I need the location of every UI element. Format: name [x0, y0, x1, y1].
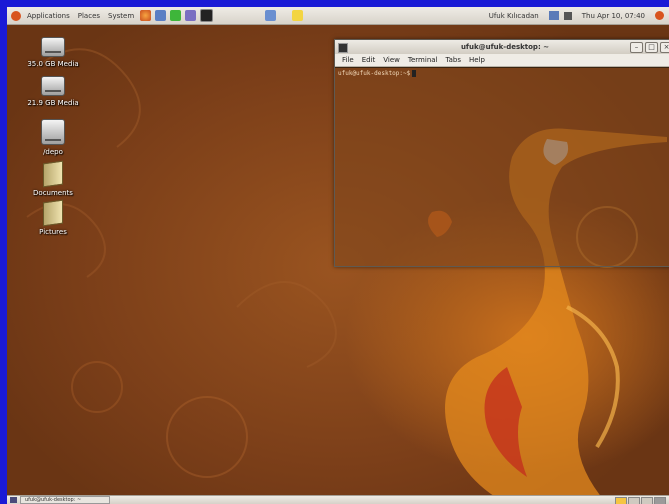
firefox-launcher-icon[interactable] — [140, 10, 152, 21]
folder-icon — [43, 160, 63, 188]
terminal-titlebar[interactable]: ufuk@ufuk-desktop: ~ – □ × — [335, 40, 669, 54]
ubuntu-logo-icon[interactable] — [11, 10, 21, 21]
desktop-icon-depo[interactable]: /depo — [18, 119, 88, 156]
desktop: Applications Places System Ufuk Kılıcada… — [7, 7, 669, 504]
workspace-3[interactable] — [641, 497, 653, 504]
user-switcher[interactable]: Ufuk Kılıcadan — [489, 12, 539, 20]
menu-edit[interactable]: Edit — [358, 56, 380, 64]
desktop-icon-35gb-media[interactable]: 35.0 GB Media — [18, 37, 88, 68]
volume-icon[interactable] — [563, 11, 572, 20]
taskbar-label: ufuk@ufuk-desktop: ~ — [25, 497, 82, 503]
media-player-launcher-icon[interactable] — [170, 10, 182, 21]
desktop-icon-label: 21.9 GB Media — [27, 99, 79, 107]
terminal-window[interactable]: ufuk@ufuk-desktop: ~ – □ × File Edit Vie… — [334, 39, 669, 267]
harddisk-icon — [41, 119, 65, 145]
desktop-icon-label: 35.0 GB Media — [27, 60, 79, 68]
show-desktop-icon[interactable] — [10, 497, 17, 503]
menu-tabs[interactable]: Tabs — [442, 56, 466, 64]
menu-terminal[interactable]: Terminal — [404, 56, 442, 64]
desktop-icon-documents[interactable]: Documents — [18, 160, 88, 197]
desktop-icon-label: Pictures — [39, 228, 67, 236]
network-launcher-icon[interactable] — [265, 10, 277, 21]
menu-help[interactable]: Help — [465, 56, 489, 64]
bottom-panel: ufuk@ufuk-desktop: ~ — [7, 495, 669, 504]
terminal-title: ufuk@ufuk-desktop: ~ — [460, 43, 550, 51]
help-launcher-icon[interactable] — [185, 10, 197, 21]
applications-menu[interactable]: Applications — [23, 12, 74, 20]
terminal-body[interactable]: ufuk@ufuk-desktop:~$ — [335, 67, 669, 266]
terminal-menubar: File Edit View Terminal Tabs Help — [335, 54, 669, 67]
evolution-launcher-icon[interactable] — [155, 10, 167, 21]
minimize-button[interactable]: – — [630, 42, 643, 53]
places-menu[interactable]: Places — [74, 12, 104, 20]
desktop-icon-label: /depo — [43, 148, 63, 156]
trash-icon[interactable] — [654, 497, 666, 504]
top-panel: Applications Places System Ufuk Kılıcada… — [7, 7, 669, 25]
shutdown-icon[interactable] — [655, 11, 664, 20]
workspace-switcher[interactable] — [614, 497, 666, 504]
taskbar-terminal-button[interactable]: ufuk@ufuk-desktop: ~ — [20, 496, 110, 504]
folder-icon — [43, 199, 63, 227]
network-status-icon[interactable] — [548, 11, 559, 20]
workspace-2[interactable] — [628, 497, 640, 504]
menu-file[interactable]: File — [338, 56, 358, 64]
desktop-icon-pictures[interactable]: Pictures — [18, 199, 88, 236]
terminal-prompt: ufuk@ufuk-desktop:~$ — [338, 70, 411, 77]
terminal-cursor — [412, 70, 417, 77]
close-button[interactable]: × — [660, 42, 669, 53]
desktop-icon-label: Documents — [33, 189, 73, 197]
maximize-button[interactable]: □ — [645, 42, 658, 53]
harddisk-icon — [41, 37, 65, 57]
terminal-prompt-line: ufuk@ufuk-desktop:~$ — [335, 68, 669, 79]
terminal-launcher-icon[interactable] — [200, 9, 214, 22]
notes-launcher-icon[interactable] — [292, 10, 304, 21]
clock[interactable]: Thu Apr 10, 07:40 — [582, 12, 645, 20]
window-menu-icon[interactable] — [338, 43, 348, 53]
desktop-icon-21gb-media[interactable]: 21.9 GB Media — [18, 76, 88, 107]
harddisk-icon — [41, 76, 65, 96]
system-menu[interactable]: System — [104, 12, 138, 20]
menu-view[interactable]: View — [379, 56, 404, 64]
workspace-1[interactable] — [615, 497, 627, 504]
